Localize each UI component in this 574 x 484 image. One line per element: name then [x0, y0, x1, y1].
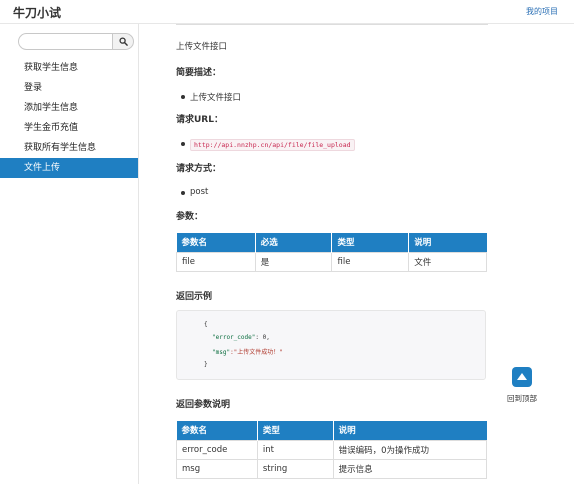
- params-heading: 参数：: [176, 212, 204, 222]
- url-heading: 请求URL：: [176, 115, 223, 125]
- return-params-heading: 返回参数说明: [176, 400, 231, 410]
- doc-intro: 上传文件接口: [176, 42, 228, 52]
- params-table: 参数名 必选 类型 说明 file 是 file 文件: [176, 233, 487, 272]
- code-key: "error_code": [212, 334, 256, 341]
- request-url: http://api.nnzhp.cn/api/file/file_upload: [190, 139, 355, 151]
- example-heading: 返回示例: [176, 292, 213, 302]
- back-to-top-button[interactable]: 回到顶部: [506, 367, 538, 407]
- table-cell: file: [331, 251, 410, 272]
- table-header-row: 参数名 类型 说明: [176, 421, 487, 440]
- code-line: }: [204, 361, 208, 368]
- table-row: msg string 提示信息: [176, 458, 488, 479]
- table-cell: 是: [254, 251, 333, 272]
- search-icon: [118, 37, 128, 46]
- code-line: {: [204, 321, 208, 328]
- code-key: "msg": [212, 349, 231, 356]
- table-cell: file: [176, 251, 256, 272]
- code-line: "error_code": 0,: [212, 334, 270, 341]
- summary-item: 上传文件接口: [190, 93, 242, 103]
- code-line: "msg":"上传文件成功！": [212, 347, 283, 356]
- table-cell: error_code: [176, 439, 258, 460]
- column-header: 类型: [257, 421, 334, 440]
- sidebar-item-get-student-info[interactable]: 获取学生信息: [0, 58, 138, 78]
- divider: [176, 24, 488, 25]
- table-cell: 提示信息: [332, 458, 488, 479]
- return-params-table: 参数名 类型 说明 error_code int 错误编码，0为操作成功 msg…: [176, 421, 488, 479]
- column-header: 类型: [331, 233, 410, 252]
- table-cell: string: [256, 458, 334, 479]
- table-header-row: 参数名 必选 类型 说明: [176, 233, 487, 252]
- top-bar: 牛刀小试 我的项目: [0, 0, 574, 24]
- table-cell: int: [256, 439, 334, 460]
- request-method: post: [190, 187, 209, 197]
- table-row: error_code int 错误编码，0为操作成功: [176, 439, 488, 460]
- sidebar-item-get-all-students[interactable]: 获取所有学生信息: [0, 138, 138, 158]
- table-cell: 错误编码，0为操作成功: [332, 439, 488, 460]
- bullet: [181, 191, 185, 195]
- search-button[interactable]: [112, 33, 134, 50]
- code-value: :"上传文件成功！": [230, 349, 283, 356]
- code-value: : 0,: [255, 334, 270, 341]
- search-input[interactable]: [18, 33, 112, 50]
- response-example-code: { "error_code": 0, "msg":"上传文件成功！" }: [176, 310, 486, 380]
- sidebar-item-login[interactable]: 登录: [0, 78, 138, 98]
- column-header: 参数名: [176, 421, 258, 440]
- sidebar-nav: 获取学生信息 登录 添加学生信息 学生金币充值 获取所有学生信息 文件上传: [0, 58, 138, 178]
- search-box: [18, 33, 134, 50]
- sidebar-item-add-student[interactable]: 添加学生信息: [0, 98, 138, 118]
- sidebar-item-file-upload[interactable]: 文件上传: [0, 158, 138, 178]
- back-to-top-icon-box[interactable]: [512, 367, 532, 387]
- summary-heading: 简要描述：: [176, 68, 222, 78]
- arrow-up-icon: [517, 373, 527, 380]
- column-header: 必选: [255, 233, 333, 252]
- column-header: 说明: [333, 421, 487, 440]
- sidebar: 获取学生信息 登录 添加学生信息 学生金币充值 获取所有学生信息 文件上传: [0, 24, 139, 484]
- column-header: 说明: [408, 233, 487, 252]
- sidebar-item-student-coin-recharge[interactable]: 学生金币充值: [0, 118, 138, 138]
- bullet: [181, 95, 185, 99]
- method-heading: 请求方式：: [176, 164, 222, 174]
- bullet: [181, 142, 185, 146]
- column-header: 参数名: [176, 233, 256, 252]
- back-to-top-label: 回到顶部: [507, 394, 537, 403]
- table-cell: 文件: [408, 251, 487, 272]
- table-cell: msg: [176, 458, 258, 479]
- my-projects-link[interactable]: 我的项目: [526, 6, 558, 17]
- table-row: file 是 file 文件: [176, 251, 487, 272]
- app-title: 牛刀小试: [13, 6, 62, 20]
